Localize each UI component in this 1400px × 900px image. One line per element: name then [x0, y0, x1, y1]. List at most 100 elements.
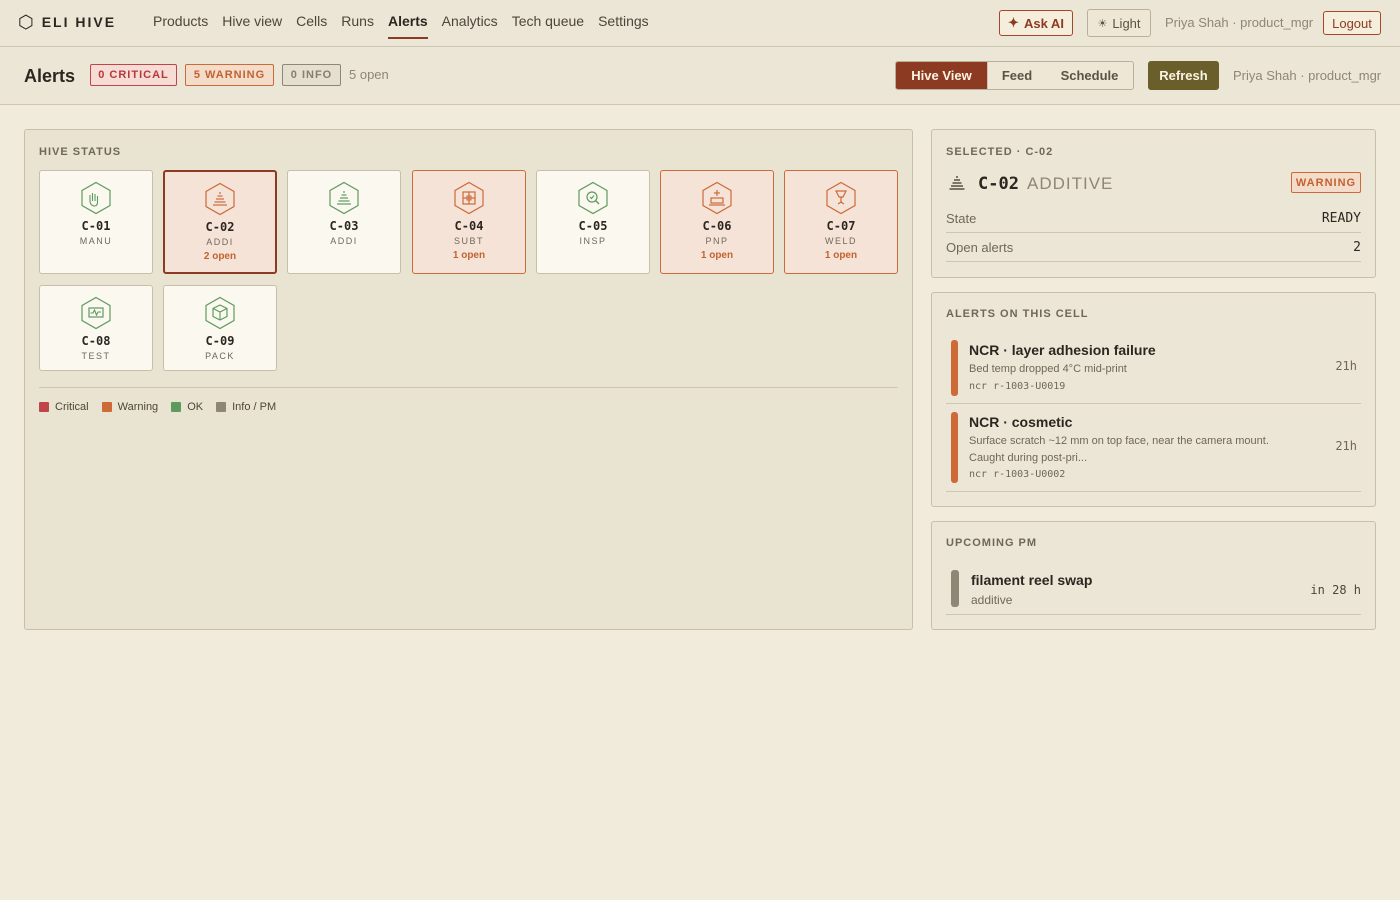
hive-status-label: HIVE STATUS: [39, 146, 122, 158]
state-key: State: [946, 210, 977, 226]
upcoming-pm-panel: UPCOMING PM filament reel swap additive …: [931, 521, 1376, 630]
additive-layers-icon: [948, 174, 966, 197]
hive-status-panel: HIVE STATUS C-01 MANU C-02 ADDI 2 open C-03 AD…: [24, 129, 913, 630]
theme-toggle-button[interactable]: ☀ Light: [1087, 9, 1151, 37]
cell-tile-c-03[interactable]: C-03 ADDI: [287, 170, 401, 274]
cell-id: C-01: [81, 219, 111, 233]
nav-products[interactable]: Products: [153, 13, 208, 39]
cell-type: SUBT: [453, 236, 484, 246]
selected-status-badge: WARNING: [1291, 172, 1361, 193]
page-header: Alerts 0 CRITICAL 5 WARNING 0 INFO 5 ope…: [0, 47, 1400, 105]
nav-alerts[interactable]: Alerts: [387, 13, 428, 39]
test-icon: [81, 296, 111, 330]
alert-title: NCR · cosmetic: [969, 414, 1073, 430]
cell-type: TEST: [81, 351, 111, 361]
selected-cell-id: C-02: [978, 174, 1019, 194]
selected-cell-type: ADDITIVE: [1027, 174, 1114, 193]
alert-item[interactable]: NCR · layer adhesion failure Bed temp dr…: [946, 333, 1361, 404]
cell-open-count: 1 open: [824, 250, 858, 261]
subtractive-icon: [454, 181, 484, 215]
page-title: Alerts: [24, 66, 76, 86]
ask-ai-label: Ask AI: [1023, 15, 1064, 31]
view-schedule-button[interactable]: Schedule: [1046, 62, 1133, 89]
cell-tile-c-04[interactable]: C-04 SUBT 1 open: [412, 170, 526, 274]
upcoming-pm-label: UPCOMING PM: [946, 537, 1038, 549]
legend-warning: Warning: [101, 401, 158, 413]
brand[interactable]: ⬡ ELI HIVE: [18, 12, 116, 32]
alert-item[interactable]: NCR · cosmetic Surface scratch ~12 mm on…: [946, 405, 1361, 492]
pm-bar: [951, 570, 959, 607]
legend-critical-label: Critical: [55, 401, 89, 413]
cell-open-count: 1 open: [452, 250, 486, 261]
pick-place-icon: [702, 181, 732, 215]
info-count-badge[interactable]: 0 INFO: [282, 64, 341, 86]
cell-id: C-07: [826, 219, 856, 233]
state-value: READY: [1321, 210, 1361, 226]
view-feed-button[interactable]: Feed: [987, 62, 1046, 89]
top-nav: ⬡ ELI HIVE Products Hive view Cells Runs…: [0, 0, 1400, 47]
alert-reference: ncr r-1003-U0002: [969, 469, 1066, 480]
view-hive-button[interactable]: Hive View: [896, 62, 987, 89]
weld-icon: [826, 181, 856, 215]
nav-tech-queue[interactable]: Tech queue: [512, 13, 584, 39]
legend-info-label: Info / PM: [232, 401, 277, 413]
pm-subtitle: additive: [971, 593, 1013, 607]
pack-icon: [205, 296, 235, 330]
inspect-icon: [578, 181, 608, 215]
nav-runs[interactable]: Runs: [341, 13, 374, 39]
cell-id: C-09: [205, 334, 235, 348]
nav-cells[interactable]: Cells: [296, 13, 327, 39]
alert-age: 21h: [1335, 359, 1357, 373]
info-swatch: [216, 402, 227, 412]
cell-type: PACK: [205, 351, 235, 361]
cell-alerts-panel: ALERTS ON THIS CELL NCR · layer adhesion…: [931, 292, 1376, 507]
cell-open-count: 2 open: [203, 251, 237, 262]
cell-tile-c-08[interactable]: C-08 TEST: [39, 285, 153, 371]
legend-info: Info / PM: [216, 401, 276, 413]
severity-bar: [951, 412, 958, 483]
critical-swatch: [39, 402, 49, 412]
state-row: State READY: [946, 204, 1361, 233]
cell-tile-c-05[interactable]: C-05 INSP: [536, 170, 650, 274]
hand-icon: [81, 181, 111, 215]
cell-tile-c-01[interactable]: C-01 MANU: [39, 170, 153, 274]
open-count: 5 open: [349, 67, 389, 82]
severity-bar: [951, 340, 958, 396]
ok-swatch: [171, 402, 182, 412]
cell-type: MANU: [79, 236, 113, 246]
legend-ok: OK: [171, 401, 203, 413]
cell-id: C-08: [81, 334, 111, 348]
critical-count-badge[interactable]: 0 CRITICAL: [90, 64, 177, 86]
refresh-button[interactable]: Refresh: [1148, 61, 1219, 90]
cell-type: ADDI: [330, 236, 358, 246]
nav-settings[interactable]: Settings: [598, 13, 649, 39]
nav-analytics[interactable]: Analytics: [442, 13, 498, 39]
sun-icon: ☀: [1097, 17, 1108, 30]
cell-type: ADDI: [206, 237, 234, 247]
main-nav: Products Hive view Cells Runs Alerts Ana…: [153, 13, 663, 39]
cell-id: C-06: [702, 219, 732, 233]
view-switcher: Hive View Feed Schedule: [895, 61, 1134, 90]
cell-open-count: 1 open: [700, 250, 734, 261]
warning-count-badge[interactable]: 5 WARNING: [185, 64, 274, 86]
cell-tile-c-07[interactable]: C-07 WELD 1 open: [784, 170, 898, 274]
logout-button[interactable]: Logout: [1323, 11, 1381, 35]
cell-tile-c-06[interactable]: C-06 PNP 1 open: [660, 170, 774, 274]
open-alerts-value: 2: [1353, 239, 1361, 255]
pm-item[interactable]: filament reel swap additive in 28 h: [946, 560, 1361, 615]
ask-ai-button[interactable]: ✦ Ask AI: [999, 10, 1073, 36]
divider: [39, 387, 898, 388]
cell-id: C-05: [578, 219, 608, 233]
cell-tile-c-09[interactable]: C-09 PACK: [163, 285, 277, 371]
nav-user: Priya Shah · product_mgr: [1165, 15, 1314, 30]
legend-critical: Critical: [39, 401, 89, 413]
alert-description: Bed temp dropped 4°C mid-print: [969, 363, 1127, 375]
cell-alerts-label: ALERTS ON THIS CELL: [946, 308, 1089, 320]
status-legend: Critical Warning OK Info / PM: [39, 401, 276, 413]
cell-type: INSP: [579, 236, 607, 246]
nav-hive-view[interactable]: Hive view: [222, 13, 282, 39]
cell-id: C-02: [205, 220, 235, 234]
cell-tile-c-02[interactable]: C-02 ADDI 2 open: [163, 170, 277, 274]
cell-id: C-04: [454, 219, 484, 233]
alert-description: Surface scratch ~12 mm on top face, near…: [969, 435, 1269, 464]
